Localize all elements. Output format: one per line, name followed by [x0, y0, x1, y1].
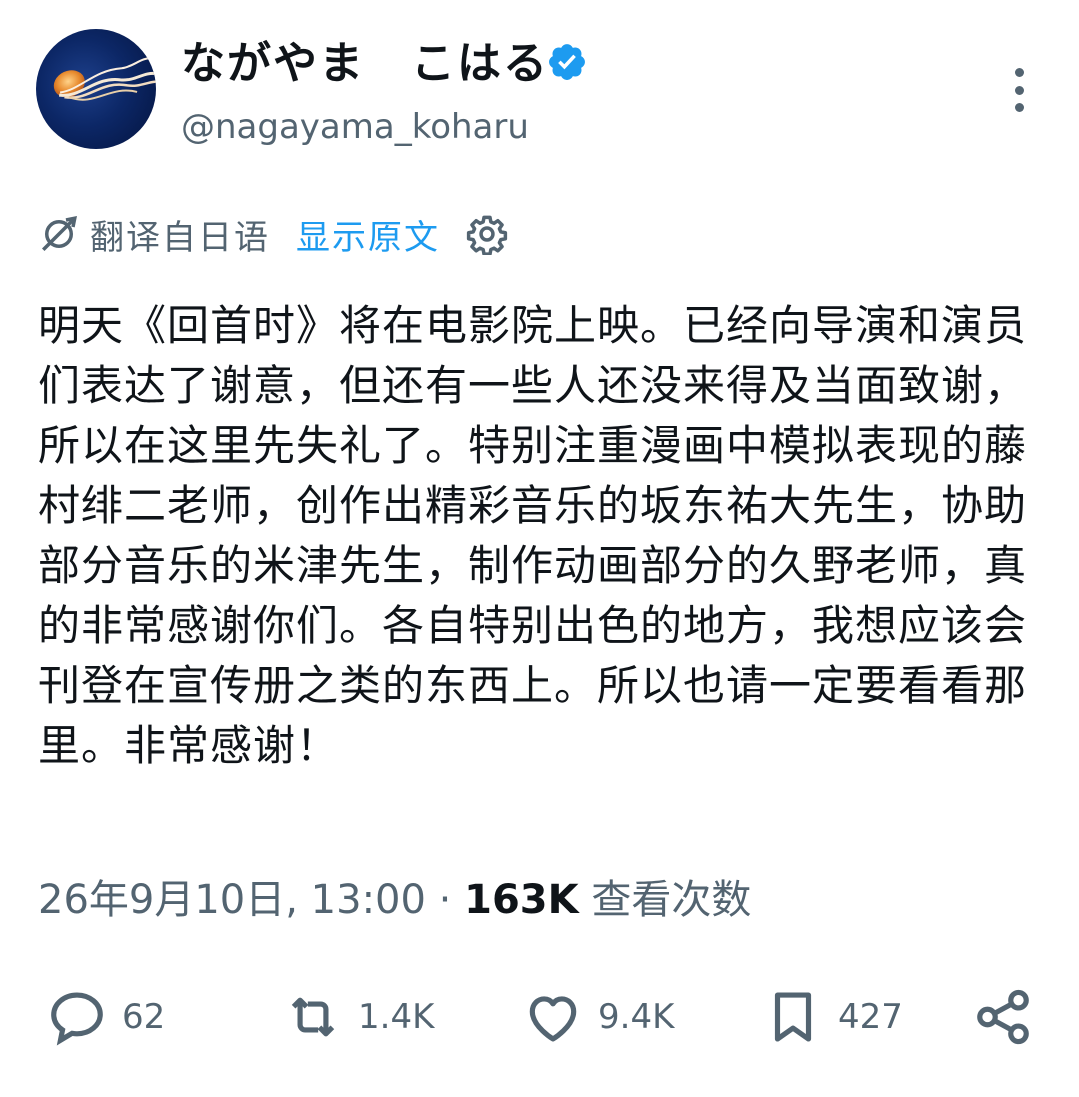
bookmark-button[interactable]: 427	[762, 982, 903, 1052]
action-bar: 62 1.4K 9.4K 427	[0, 982, 1079, 1052]
gear-icon[interactable]	[466, 213, 508, 255]
reply-icon	[51, 992, 103, 1046]
like-count: 9.4K	[598, 997, 675, 1037]
retweet-button[interactable]: 1.4K	[282, 982, 434, 1052]
dot-icon	[1014, 103, 1024, 112]
tweet-text: 明天《回首时》将在电影院上映。已经向导演和演员们表达了谢意，但还有一些人还没来得…	[38, 301, 1028, 770]
share-icon	[977, 989, 1029, 1045]
verified-badge-icon	[549, 44, 585, 80]
like-button[interactable]: 9.4K	[522, 982, 674, 1052]
views-count[interactable]: 163K	[464, 877, 579, 923]
show-original-link[interactable]: 显示原文	[296, 210, 440, 259]
heart-icon	[529, 996, 577, 1042]
dot-icon	[1014, 85, 1024, 95]
views-label: 查看次数	[578, 877, 752, 923]
display-name[interactable]: ながやま こはる	[181, 36, 549, 92]
reply-button[interactable]: 62	[46, 982, 165, 1052]
retweet-count: 1.4K	[358, 997, 435, 1037]
bookmark-count: 427	[838, 997, 903, 1037]
translated-from-label: 翻译自日语	[90, 217, 270, 258]
translation-bar: 翻译自日语 显示原文	[38, 210, 508, 258]
bookmark-icon	[774, 992, 812, 1042]
share-button[interactable]	[972, 982, 1034, 1052]
timestamp[interactable]: 26年9月10日, 13:00	[38, 877, 426, 923]
user-handle[interactable]: @nagayama_koharu	[181, 104, 529, 150]
tweet-meta: 26年9月10日, 13:00 · 163K 查看次数	[38, 872, 751, 928]
avatar[interactable]	[36, 29, 156, 149]
retweet-icon	[291, 997, 335, 1037]
dot-icon	[1014, 68, 1024, 77]
separator: ·	[425, 877, 465, 923]
jellyfish-avatar-icon	[53, 57, 156, 101]
reply-count: 62	[122, 997, 166, 1037]
translate-icon	[42, 216, 77, 251]
more-options-button[interactable]	[1004, 68, 1034, 112]
